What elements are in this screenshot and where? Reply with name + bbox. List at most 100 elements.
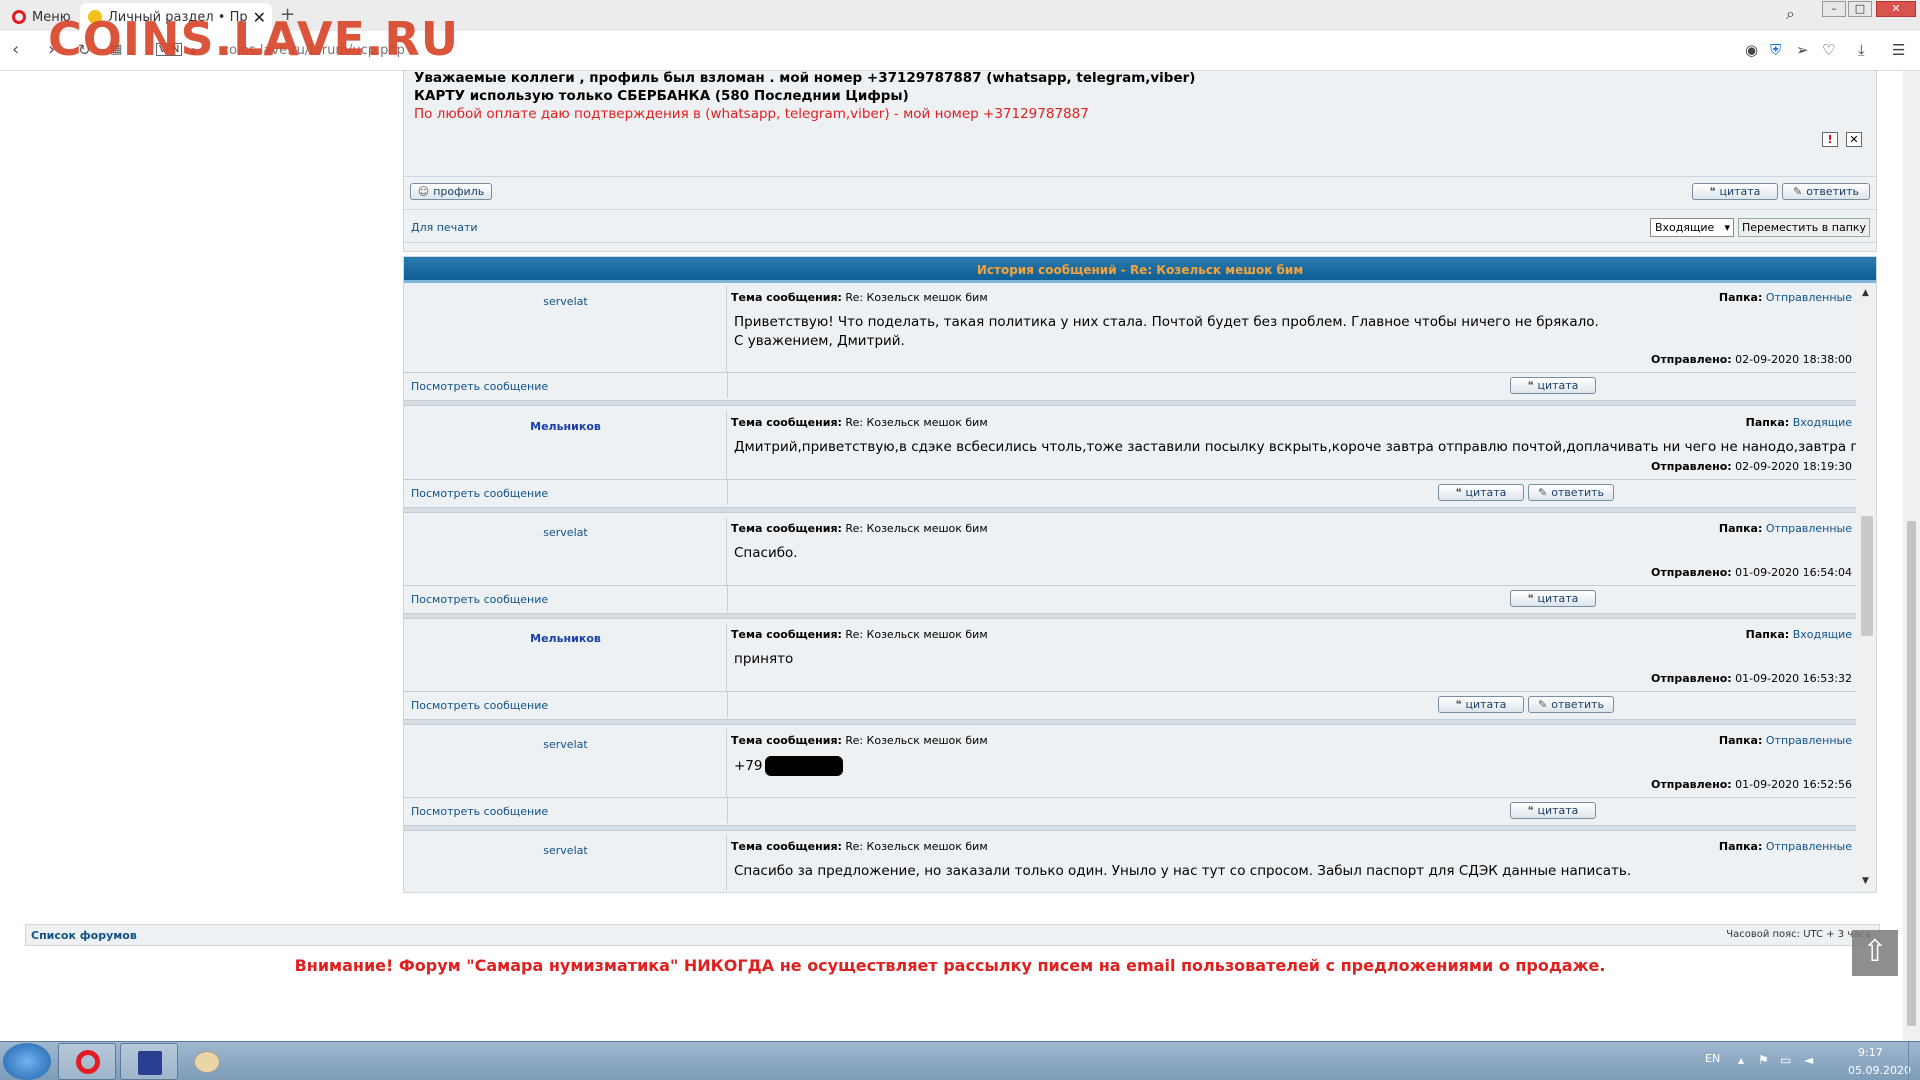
message-line-2: КАРТУ использую только СБЕРБАНКА (580 По… [414,88,909,104]
back-icon[interactable]: ‹ [12,39,19,60]
chevron-down-icon: ▾ [1724,221,1730,234]
message-body-text: Спасибо за предложение, но заказали толь… [734,863,1632,879]
taskbar-floppy-app[interactable] [120,1043,178,1080]
scroll-up-icon[interactable]: ▲ [1862,288,1869,298]
action-divider [727,585,728,611]
history-scrollbar[interactable]: ▲ ▼ [1859,286,1875,890]
windows-taskbar: EN ▴ ⚑ ▭ ◄ 9:17 05.09.2020 [0,1041,1920,1080]
folder-label: Папка: [1745,628,1790,641]
tab-search-icon[interactable]: ⌕ [1786,4,1795,24]
language-indicator[interactable]: EN [1705,1052,1720,1065]
tray-expand-icon[interactable]: ▴ [1738,1053,1744,1067]
message-author[interactable]: servelat [404,738,727,751]
quote-icon: ❝ [1709,185,1716,198]
folder-link[interactable]: Отправленные [1766,734,1852,747]
minimize-button[interactable]: – [1822,1,1846,17]
sent-label: Отправлено: [1651,566,1732,579]
heart-icon[interactable]: ♡ [1822,41,1835,59]
folder-select[interactable]: Входящие ▾ [1650,218,1734,237]
print-row: Для печати Входящие ▾ Переместить в папку [403,209,1877,243]
delete-icon[interactable]: ✕ [1846,132,1862,147]
start-button[interactable] [3,1043,51,1080]
history-message: Мельников Тема сообщения: Re: Козельск ме… [404,411,1856,513]
message-author[interactable]: Мельников [404,420,727,433]
print-link[interactable]: Для печати [411,221,478,234]
tray-network-icon[interactable]: ▭ [1780,1053,1791,1067]
history-quote-button[interactable]: ❝ цитата [1510,590,1596,607]
subject-label: Тема сообщения: [731,628,842,641]
view-message-link[interactable]: Посмотреть сообщение [411,805,548,818]
scroll-to-top-button[interactable]: ⇧ [1852,930,1898,976]
history-quote-button[interactable]: ❝ цитата [1438,484,1524,501]
forum-list-link[interactable]: Список форумов [31,929,137,942]
taskbar-opera-app[interactable] [58,1043,116,1080]
history-quote-button[interactable]: ❝ цитата [1510,377,1596,394]
reply-label: ответить [1551,698,1605,711]
download-icon[interactable]: ⤓ [1858,41,1865,59]
history-scrollbar-thumb[interactable] [1861,516,1873,636]
folder-link[interactable]: Входящие [1793,628,1852,641]
clock-date[interactable]: 05.09.2020 [1848,1064,1911,1077]
shield-icon[interactable]: ⛨ [1770,41,1781,59]
quote-button[interactable]: ❝ цитата [1692,183,1778,200]
view-message-link[interactable]: Посмотреть сообщение [411,487,548,500]
window-close-button[interactable]: ✕ [1876,1,1916,17]
sent-label: Отправлено: [1651,672,1732,685]
show-desktop-button[interactable] [1908,1042,1920,1080]
sent-value: 02-09-2020 18:38:00 [1735,353,1852,366]
scroll-down-icon[interactable]: ▼ [1862,876,1869,886]
view-message-link[interactable]: Посмотреть сообщение [411,593,548,606]
folder-link[interactable]: Отправленные [1766,291,1852,304]
message-body-text: принято [734,651,794,667]
action-divider [727,691,728,717]
quote-icon: ❝ [1455,698,1462,711]
easy-setup-icon[interactable]: ☰ [1892,41,1905,59]
reply-icon: ✎ [1792,185,1803,198]
folder-link[interactable]: Входящие [1793,416,1852,429]
view-message-link[interactable]: Посмотреть сообщение [411,699,548,712]
report-icon[interactable]: ! [1822,132,1838,147]
folder-link[interactable]: Отправленные [1766,840,1852,853]
row-separator [404,585,1856,586]
message-author[interactable]: servelat [404,526,727,539]
snapshot-icon[interactable]: ◉ [1745,41,1758,59]
profile-button[interactable]: ☺ профиль [410,183,492,200]
folder-link[interactable]: Отправленные [1766,522,1852,535]
history-reply-button[interactable]: ✎ ответить [1528,484,1614,501]
view-message-link[interactable]: Посмотреть сообщение [411,380,548,393]
history-quote-button[interactable]: ❝ цитата [1438,696,1524,713]
message-author[interactable]: Мельников [404,632,727,645]
quote-label: цитата [1537,592,1579,605]
tray-volume-icon[interactable]: ◄ [1804,1053,1813,1067]
history-reply-button[interactable]: ✎ ответить [1528,696,1614,713]
subject-value: Re: Козельск мешок бим [845,522,988,535]
taskbar-paint-app[interactable] [182,1043,240,1080]
row-separator [404,372,1856,373]
maximize-button[interactable]: □ [1848,1,1872,17]
message-author[interactable]: servelat [404,295,727,308]
tray-flag-icon[interactable]: ⚑ [1758,1053,1769,1067]
quote-icon: ❝ [1527,804,1534,817]
quote-label: цитата [1719,185,1761,198]
message-subject: Тема сообщения: Re: Козельск мешок бим [731,416,988,429]
subject-label: Тема сообщения: [731,734,842,747]
sent-value: 01-09-2020 16:53:32 [1735,672,1852,685]
reply-button[interactable]: ✎ ответить [1782,183,1870,200]
opera-logo-icon [12,10,26,24]
clock-time[interactable]: 9:17 [1858,1046,1883,1059]
history-quote-button[interactable]: ❝ цитата [1510,802,1596,819]
folder-label: Папка: [1718,840,1763,853]
message-sent: Отправлено: 01-09-2020 16:52:56 [1651,778,1852,791]
timezone-text: Часовой пояс: UTC + 3 часа [1726,929,1871,940]
send-icon[interactable]: ➢ [1796,41,1809,59]
quote-icon: ❝ [1527,592,1534,605]
history-message: Мельников Тема сообщения: Re: Козельск ме… [404,623,1856,725]
page-scrollbar-thumb[interactable] [1907,521,1916,1026]
sent-label: Отправлено: [1651,778,1732,791]
move-to-folder-button[interactable]: Переместить в папку [1738,218,1870,237]
history-scroll-area[interactable]: servelat Тема сообщения: Re: Козельск меш… [404,286,1856,890]
action-divider [727,797,728,823]
message-author[interactable]: servelat [404,844,727,857]
page-scrollbar[interactable] [1903,71,1920,1041]
message-subject: Тема сообщения: Re: Козельск мешок бим [731,840,988,853]
